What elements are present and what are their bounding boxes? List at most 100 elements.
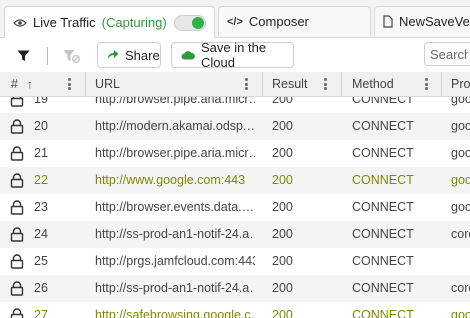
column-menu-icon[interactable]: [67, 78, 71, 90]
row-method: CONNECT: [352, 281, 414, 295]
eye-icon: [13, 18, 27, 28]
tab-composer-label: Composer: [248, 14, 309, 29]
column-divider[interactable]: [85, 72, 86, 96]
lock-icon: [10, 146, 24, 164]
row-method: CONNECT: [352, 173, 414, 187]
row-url: http://prgs.jamfcloud.com:443: [95, 254, 255, 268]
column-header-url[interactable]: URL: [95, 72, 120, 96]
column-header-method[interactable]: Method: [352, 72, 394, 96]
share-button[interactable]: Share: [97, 42, 161, 68]
row-url: http://browser.pipe.aria.micr…: [95, 146, 255, 160]
row-method: CONNECT: [352, 97, 414, 106]
table-row[interactable]: 25 http://prgs.jamfcloud.com:443 200 CONNEC…: [0, 248, 470, 275]
table-row[interactable]: 26 http://ss-prod-an1-notif-24.a… 200 CONNE…: [0, 275, 470, 302]
column-divider[interactable]: [441, 72, 442, 96]
share-arrow-icon: [107, 48, 119, 63]
lock-icon: [10, 173, 24, 191]
row-method: CONNECT: [352, 119, 414, 133]
row-result: 200: [272, 308, 293, 318]
table-row[interactable]: 27 http://safebrowsing.google.c… 200 CONNEC…: [0, 302, 470, 318]
table-row[interactable]: 19 http://browser.pipe.aria.micr… 200 CONNE…: [0, 97, 470, 113]
row-result: 200: [272, 97, 293, 106]
row-process: goo: [451, 97, 470, 106]
row-number: 21: [34, 146, 48, 160]
capturing-status: (Capturing): [101, 15, 167, 30]
column-menu-icon[interactable]: [323, 78, 327, 90]
row-process: [451, 248, 470, 275]
column-url-label: URL: [95, 77, 121, 91]
lock-icon: [10, 97, 24, 110]
column-header-number[interactable]: # ↑: [11, 72, 33, 96]
column-header-result[interactable]: Result: [272, 72, 307, 96]
row-result: 200: [272, 173, 293, 187]
column-menu-icon[interactable]: [244, 78, 248, 90]
row-url: http://www.google.com:443: [95, 173, 246, 187]
row-number: 20: [34, 119, 48, 133]
search-input[interactable]: [424, 42, 470, 66]
session-list[interactable]: 19 http://browser.pipe.aria.micr… 200 CONNE…: [0, 97, 470, 318]
filter-icon[interactable]: [14, 47, 32, 65]
row-process: core: [451, 281, 470, 295]
grid-header: # ↑ URL Result Method Pro: [0, 72, 470, 97]
row-url: http://browser.events.data.…: [95, 200, 255, 214]
session-tab-bar: Live Traffic (Capturing) </> Composer Ne…: [0, 0, 470, 38]
tab-live-traffic[interactable]: Live Traffic (Capturing): [4, 6, 215, 38]
row-method: CONNECT: [352, 254, 414, 268]
lock-icon: [10, 119, 24, 137]
toolbar-divider: [47, 47, 48, 65]
tab-saved-session[interactable]: NewSaveVers: [374, 6, 470, 36]
row-number: 25: [34, 254, 48, 268]
table-row[interactable]: 21 http://browser.pipe.aria.micr… 200 CONNE…: [0, 140, 470, 167]
row-method: CONNECT: [352, 146, 414, 160]
lock-icon: [10, 308, 24, 318]
column-divider[interactable]: [262, 72, 263, 96]
row-number: 22: [34, 173, 48, 187]
row-number: 24: [34, 227, 48, 241]
row-method: CONNECT: [352, 200, 414, 214]
row-process: goo: [451, 173, 470, 187]
row-method: CONNECT: [352, 308, 414, 318]
column-divider[interactable]: [341, 72, 342, 96]
row-number: 27: [34, 308, 48, 318]
cloud-icon: [181, 48, 195, 63]
table-row[interactable]: 24 http://ss-prod-an1-notif-24.a… 200 CONNE…: [0, 221, 470, 248]
lock-icon: [10, 254, 24, 272]
row-result: 200: [272, 119, 293, 133]
toggle-knob: [192, 17, 204, 29]
row-process: goo: [451, 119, 470, 133]
lock-icon: [10, 281, 24, 299]
file-icon: [383, 15, 393, 28]
clear-filter-icon[interactable]: [63, 47, 81, 65]
tab-saved-session-label: NewSaveVers: [399, 14, 470, 29]
row-result: 200: [272, 281, 293, 295]
column-menu-icon[interactable]: [424, 78, 428, 90]
lock-icon: [10, 200, 24, 218]
column-result-label: Result: [272, 77, 308, 91]
row-result: 200: [272, 200, 293, 214]
column-number-label: #: [11, 77, 18, 91]
table-row[interactable]: 23 http://browser.events.data.… 200 CONNECT…: [0, 194, 470, 221]
lock-icon: [10, 227, 24, 245]
row-result: 200: [272, 254, 293, 268]
capture-toggle[interactable]: [174, 15, 206, 31]
row-number: 19: [34, 97, 48, 106]
row-result: 200: [272, 146, 293, 160]
row-url: http://safebrowsing.google.c…: [95, 308, 255, 318]
share-label: Share: [125, 47, 160, 63]
code-icon: </>: [227, 15, 243, 28]
row-process: goo: [451, 146, 470, 160]
column-header-process[interactable]: Pro: [451, 72, 470, 96]
table-row[interactable]: 22 http://www.google.com:443 200 CONNECT goo: [0, 167, 470, 194]
row-url: http://ss-prod-an1-notif-24.a…: [95, 281, 255, 295]
table-row[interactable]: 20 http://modern.akamai.odsp.… 200 CONNECT g…: [0, 113, 470, 140]
row-process: goo: [451, 308, 470, 318]
tab-composer[interactable]: </> Composer: [218, 6, 371, 36]
toolbar: Share Save in the Cloud: [0, 38, 470, 74]
save-in-cloud-button[interactable]: Save in the Cloud: [171, 40, 294, 70]
column-process-label: Pro: [451, 77, 470, 91]
tab-live-traffic-label: Live Traffic: [33, 15, 96, 30]
sort-ascending-icon[interactable]: ↑: [27, 77, 33, 91]
row-number: 26: [34, 281, 48, 295]
row-process: goo: [451, 200, 470, 214]
row-number: 23: [34, 200, 48, 214]
